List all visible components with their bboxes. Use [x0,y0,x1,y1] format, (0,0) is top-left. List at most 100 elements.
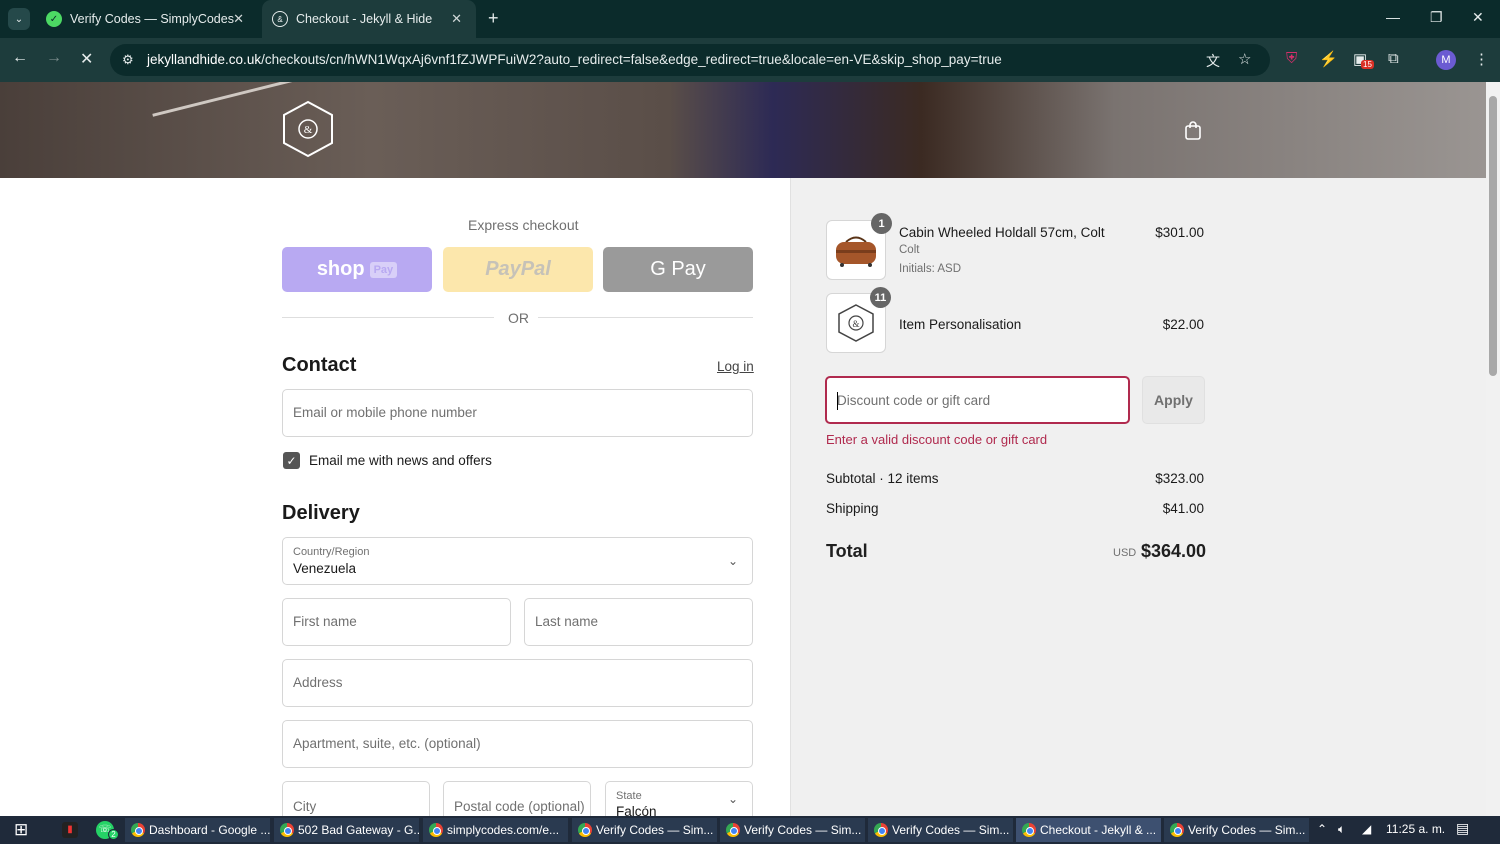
taskbar-window[interactable]: Verify Codes — Sim... [720,818,865,842]
extension-badge-icon[interactable]: ▣ 15 [1353,50,1374,69]
taskbar-window[interactable]: Verify Codes — Sim... [572,818,717,842]
jekyll-hide-logo[interactable]: & [282,100,334,158]
stop-loading-icon[interactable]: ✕ [80,49,93,69]
newsletter-label: Email me with news and offers [309,453,492,468]
taskbar-window[interactable]: 502 Bad Gateway - G... [274,818,419,842]
email-field[interactable]: Email or mobile phone number [282,389,753,437]
svg-text:&: & [304,124,313,136]
address-bar[interactable]: ⚙ jekyllandhide.co.uk/checkouts/cn/hWN1W… [110,44,1270,76]
express-checkout-label: Express checkout [468,217,579,233]
chrome-icon [1170,823,1184,837]
browser-tab-simplycodes[interactable]: ✓ Verify Codes — SimplyCodes ✕ [34,0,258,38]
city-field[interactable]: City [282,781,430,816]
notifications-icon[interactable]: ▤ [1456,820,1469,837]
item-price: $22.00 [1162,317,1204,332]
shopping-bag-icon[interactable] [1184,120,1202,140]
translate-icon[interactable]: 文 [1206,51,1220,71]
state-select[interactable]: State Falcón ⌄ [605,781,753,816]
page-scrollbar[interactable] [1486,82,1500,816]
browser-toolbar: ← → ✕ ⚙ jekyllandhide.co.uk/checkouts/cn… [0,38,1500,82]
browser-tab-checkout[interactable]: & Checkout - Jekyll & Hide ✕ [262,0,476,38]
clock[interactable]: 11:25 a. m. [1386,822,1445,836]
forward-arrow-icon[interactable]: → [46,49,62,67]
extensions-puzzle-icon[interactable]: ⧉ [1388,50,1399,67]
restore-icon[interactable]: ❐ [1430,9,1443,26]
total-value: $364.00 [1141,541,1207,561]
tray-chevron-icon[interactable]: ⌃ [1317,822,1327,836]
subtotal-value: $323.00 [1155,471,1204,486]
chevron-down-icon: ⌄ [727,554,738,568]
site-info-icon[interactable]: ⚙ [122,52,134,68]
divider [282,317,494,318]
item-name: Cabin Wheeled Holdall 57cm, Colt [899,225,1105,240]
simplycodes-extension-icon[interactable]: ⚡ [1319,50,1338,68]
close-tab-icon[interactable]: ✕ [233,11,244,27]
minimize-icon[interactable]: — [1386,9,1400,25]
volume-icon[interactable]: 🔈︎ [1338,822,1345,837]
total-label: Total [826,541,868,561]
currency-code: USD [1113,547,1137,559]
holdall-bag-image [836,236,876,267]
header-banner: & [0,82,1486,178]
taskbar-window[interactable]: Verify Codes — Sim... [868,818,1013,842]
close-tab-icon[interactable]: ✕ [451,11,462,27]
address-field[interactable]: Address [282,659,753,707]
back-arrow-icon[interactable]: ← [12,49,28,67]
item-detail: Initials: ASD [899,263,961,275]
contact-heading: Contact [282,354,357,376]
whatsapp-badge: 2 [108,829,119,840]
discount-code-input[interactable]: Discount code or gift card [825,376,1130,424]
svg-text:&: & [852,319,859,329]
apartment-field[interactable]: Apartment, suite, etc. (optional) [282,720,753,768]
taskbar-window[interactable]: Verify Codes — Sim... [1164,818,1309,842]
paypal-button[interactable]: PayPal [443,247,593,292]
subtotal-label: Subtotal · 12 items [826,471,939,486]
chrome-icon [429,823,443,837]
delivery-heading: Delivery [282,502,360,524]
chrome-icon [874,823,888,837]
personalisation-logo-image: & [838,304,874,342]
item-name: Item Personalisation [899,317,1022,332]
taskbar-window[interactable]: simplycodes.com/e... [423,818,568,842]
quantity-badge: 11 [870,287,891,308]
postal-code-field[interactable]: Postal code (optional) [443,781,591,816]
tab-search-button[interactable]: ⌄ [8,8,30,30]
url-text[interactable]: jekyllandhide.co.uk/checkouts/cn/hWN1Wqx… [147,52,1002,67]
start-grid-icon[interactable]: ⊞ [14,821,28,839]
chrome-icon [131,823,145,837]
discount-error-message: Enter a valid discount code or gift card [826,432,1048,447]
taskbar-window[interactable]: Dashboard - Google ... [125,818,270,842]
first-name-field[interactable]: First name [282,598,511,646]
chrome-icon [280,823,294,837]
bookmark-star-icon[interactable]: ☆ [1238,50,1251,68]
ublock-shield-icon[interactable]: ⛨ [1286,50,1297,67]
pinned-app-icon[interactable]: ▮ [62,822,78,838]
taskbar-window-active[interactable]: Checkout - Jekyll & ... [1016,818,1161,842]
chevron-down-icon: ⌄ [727,792,738,806]
scrollbar-thumb[interactable] [1489,96,1497,376]
windows-taskbar: ⊞ ▮ ☏ 2 Dashboard - Google ... 502 Bad Ga… [0,816,1500,844]
country-select[interactable]: Country/Region Venezuela ⌄ [282,537,753,585]
profile-avatar[interactable]: M [1436,50,1456,70]
close-window-icon[interactable]: ✕ [1472,9,1484,26]
shipping-label: Shipping [826,501,879,516]
shop-pay-button[interactable]: shop Pay [282,247,432,292]
jekyll-favicon-icon: & [272,11,288,27]
apply-discount-button[interactable]: Apply [1142,376,1205,424]
browser-menu-icon[interactable]: ⋮ [1474,50,1489,68]
item-price: $301.00 [1155,225,1204,240]
chrome-icon [726,823,740,837]
extension-badge-count: 15 [1361,60,1374,69]
whatsapp-icon[interactable]: ☏ 2 [96,821,119,840]
quantity-badge: 1 [871,213,892,234]
last-name-field[interactable]: Last name [524,598,753,646]
log-in-link[interactable]: Log in [717,359,754,374]
google-pay-button[interactable]: G Pay [603,247,753,292]
chrome-icon [1022,823,1036,837]
shipping-value: $41.00 [1162,501,1204,516]
browser-tab-bar: ⌄ ✓ Verify Codes — SimplyCodes ✕ & Check… [0,0,1500,38]
newsletter-checkbox[interactable]: ✓ [283,452,300,469]
new-tab-icon[interactable]: + [488,8,499,29]
item-variant: Colt [899,244,920,256]
network-icon[interactable]: ◢ [1362,822,1371,836]
